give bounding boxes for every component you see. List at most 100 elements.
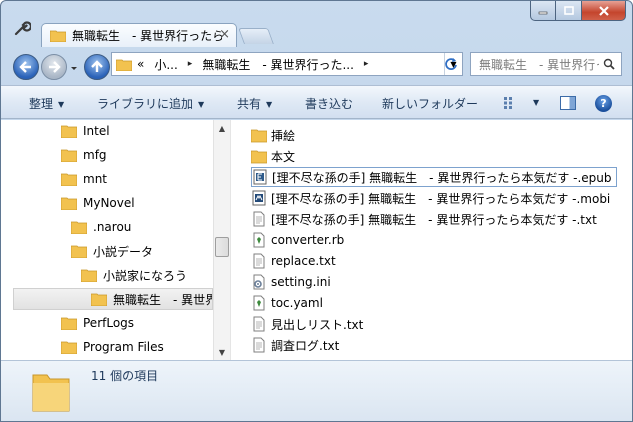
new-folder-label: 新しいフォルダー bbox=[382, 97, 479, 111]
scroll-down-icon[interactable]: ▼ bbox=[214, 344, 230, 360]
text-file-icon bbox=[253, 316, 265, 332]
folder-icon bbox=[61, 149, 77, 162]
tree-item-label: 小説データ bbox=[93, 244, 154, 259]
folder-icon bbox=[61, 317, 77, 330]
burn-label: 書き込む bbox=[305, 97, 354, 111]
add-to-library-button[interactable]: ライブラリに追加 ▼ bbox=[97, 95, 204, 112]
file-name: 見出しリスト.txt bbox=[271, 317, 364, 332]
tree-item-perflogs[interactable]: PerfLogs bbox=[61, 312, 134, 334]
file-item[interactable]: 調査ログ.txt bbox=[251, 335, 343, 355]
burn-button[interactable]: 書き込む bbox=[305, 95, 353, 112]
forward-arrow-icon bbox=[49, 61, 61, 73]
chevron-down-icon: ▼ bbox=[533, 98, 540, 107]
navigation-scrollbar[interactable]: ▲ ▼ bbox=[213, 120, 230, 360]
view-options-chevron[interactable]: ▼ bbox=[528, 95, 539, 109]
search-icon[interactable] bbox=[603, 58, 615, 70]
tree-item-novel-data[interactable]: 小説データ bbox=[71, 240, 153, 262]
epub-icon bbox=[253, 169, 267, 185]
folder-icon bbox=[91, 293, 107, 306]
tree-item-mnt[interactable]: mnt bbox=[61, 168, 107, 190]
recent-pages-dropdown-icon[interactable] bbox=[69, 63, 79, 73]
file-name: [理不尽な孫の手] 無職転生 - 異世界行ったら本気だす -.mobi bbox=[271, 191, 611, 206]
folder-icon bbox=[251, 129, 267, 143]
file-name: 本文 bbox=[271, 149, 296, 164]
tree-item-mfg[interactable]: mfg bbox=[61, 144, 107, 166]
navigation-pane: Intel mfg mnt MyNovel .narou 小説データ 小説家にな… bbox=[1, 120, 230, 360]
organize-menu-button[interactable]: 整理 ▼ bbox=[29, 95, 64, 112]
folder-icon bbox=[61, 197, 77, 210]
folder-icon bbox=[251, 150, 267, 164]
breadcrumb-item[interactable]: 無職転生 - 異世界行った... bbox=[202, 56, 354, 73]
ruby-file-icon bbox=[253, 232, 265, 248]
share-label: 共有 bbox=[237, 97, 262, 111]
file-item[interactable]: 見出しリスト.txt bbox=[251, 314, 367, 334]
maximize-icon bbox=[563, 6, 574, 15]
tree-item-mushoku-tensei[interactable]: 無職転生 - 異世界行ったら本気だす - bbox=[13, 288, 213, 310]
file-name: 挿絵 bbox=[271, 128, 296, 143]
tree-item-label: mnt bbox=[83, 172, 107, 186]
tree-item-program-files[interactable]: Program Files bbox=[61, 336, 164, 358]
up-folder-button[interactable] bbox=[84, 54, 110, 80]
share-button[interactable]: 共有 ▼ bbox=[237, 95, 272, 112]
minimize-icon bbox=[538, 11, 548, 14]
title-bar: 無職転生 - 異世界行ったら本気だす - × bbox=[1, 1, 632, 47]
new-folder-button[interactable]: 新しいフォルダー bbox=[382, 95, 478, 112]
wrench-icon[interactable] bbox=[13, 19, 31, 37]
file-item[interactable]: replace.txt bbox=[251, 251, 340, 271]
file-item[interactable]: 本文 bbox=[251, 146, 299, 166]
help-icon[interactable]: ? bbox=[595, 95, 612, 112]
maximize-button[interactable] bbox=[556, 1, 582, 21]
caption-buttons bbox=[530, 1, 626, 21]
file-name: converter.rb bbox=[271, 233, 345, 247]
tree-item-label: Intel bbox=[83, 124, 110, 138]
tree-item-mynovel[interactable]: MyNovel bbox=[61, 192, 135, 214]
item-count: 11 個の項目 bbox=[91, 369, 159, 383]
folder-icon bbox=[61, 341, 77, 354]
file-item[interactable]: [理不尽な孫の手] 無職転生 - 異世界行ったら本気だす -.txt bbox=[251, 209, 601, 229]
address-bar[interactable]: « 小... ▸ 無職転生 - 異世界行った... ▸ ▼ bbox=[111, 52, 463, 76]
mobi-icon bbox=[252, 190, 266, 206]
folder-icon bbox=[71, 221, 87, 234]
tree-item-shousetsuka[interactable]: 小説家になろう bbox=[81, 264, 187, 286]
address-row: « 小... ▸ 無職転生 - 異世界行った... ▸ ▼ 無職転生 - 異世界… bbox=[1, 45, 632, 83]
text-file-icon bbox=[253, 337, 265, 353]
breadcrumb-separator[interactable]: ▸ bbox=[188, 59, 193, 69]
folder-icon bbox=[71, 245, 87, 258]
tree-item-label: Program Files bbox=[83, 340, 164, 354]
refresh-button[interactable] bbox=[441, 54, 461, 74]
folder-icon bbox=[116, 59, 132, 71]
tree-item-intel[interactable]: Intel bbox=[61, 120, 110, 142]
breadcrumb-item[interactable]: 小... bbox=[154, 56, 177, 73]
details-pane: 11 個の項目 bbox=[1, 360, 632, 421]
file-name: 調査ログ.txt bbox=[271, 338, 340, 353]
tree-item-label: 小説家になろう bbox=[103, 268, 188, 283]
file-item[interactable]: [理不尽な孫の手] 無職転生 - 異世界行ったら本気だす -.mobi bbox=[251, 188, 614, 208]
breadcrumb-separator[interactable]: ▸ bbox=[364, 59, 369, 69]
breadcrumb-overflow[interactable]: « bbox=[137, 57, 144, 71]
file-item[interactable]: converter.rb bbox=[251, 230, 348, 250]
file-list: 挿絵 本文 [理不尽な孫の手] 無職転生 - 異世界行ったら本気だす -.epu… bbox=[234, 120, 632, 360]
scroll-up-icon[interactable]: ▲ bbox=[214, 120, 230, 136]
file-item[interactable]: [理不尽な孫の手] 無職転生 - 異世界行ったら本気だす -.epub bbox=[251, 167, 617, 187]
new-tab-button[interactable] bbox=[238, 28, 274, 44]
file-item[interactable]: toc.yaml bbox=[251, 293, 327, 313]
file-name: setting.ini bbox=[271, 275, 331, 289]
back-button[interactable] bbox=[13, 54, 39, 80]
close-button[interactable] bbox=[582, 1, 626, 21]
change-view-icon[interactable] bbox=[504, 97, 518, 109]
tree-item-label: 無職転生 - 異世界行ったら本気だす - bbox=[113, 292, 212, 307]
tab-current-folder[interactable]: 無職転生 - 異世界行ったら本気だす - × bbox=[41, 23, 237, 47]
tree-item-narou[interactable]: .narou bbox=[71, 216, 131, 238]
file-item[interactable]: setting.ini bbox=[251, 272, 335, 292]
forward-button[interactable] bbox=[41, 54, 67, 80]
settings-file-icon bbox=[253, 274, 265, 290]
preview-pane-icon[interactable] bbox=[560, 96, 576, 110]
text-file-icon bbox=[253, 253, 265, 269]
folder-icon bbox=[61, 173, 77, 186]
search-input[interactable]: 無職転生 - 異世界行ったら本気だす -の検索 bbox=[470, 52, 622, 76]
scrollbar-thumb[interactable] bbox=[215, 237, 229, 257]
minimize-button[interactable] bbox=[530, 1, 556, 21]
folder-icon bbox=[81, 269, 97, 282]
tab-close-icon[interactable]: × bbox=[219, 27, 230, 42]
file-item[interactable]: 挿絵 bbox=[251, 125, 299, 145]
